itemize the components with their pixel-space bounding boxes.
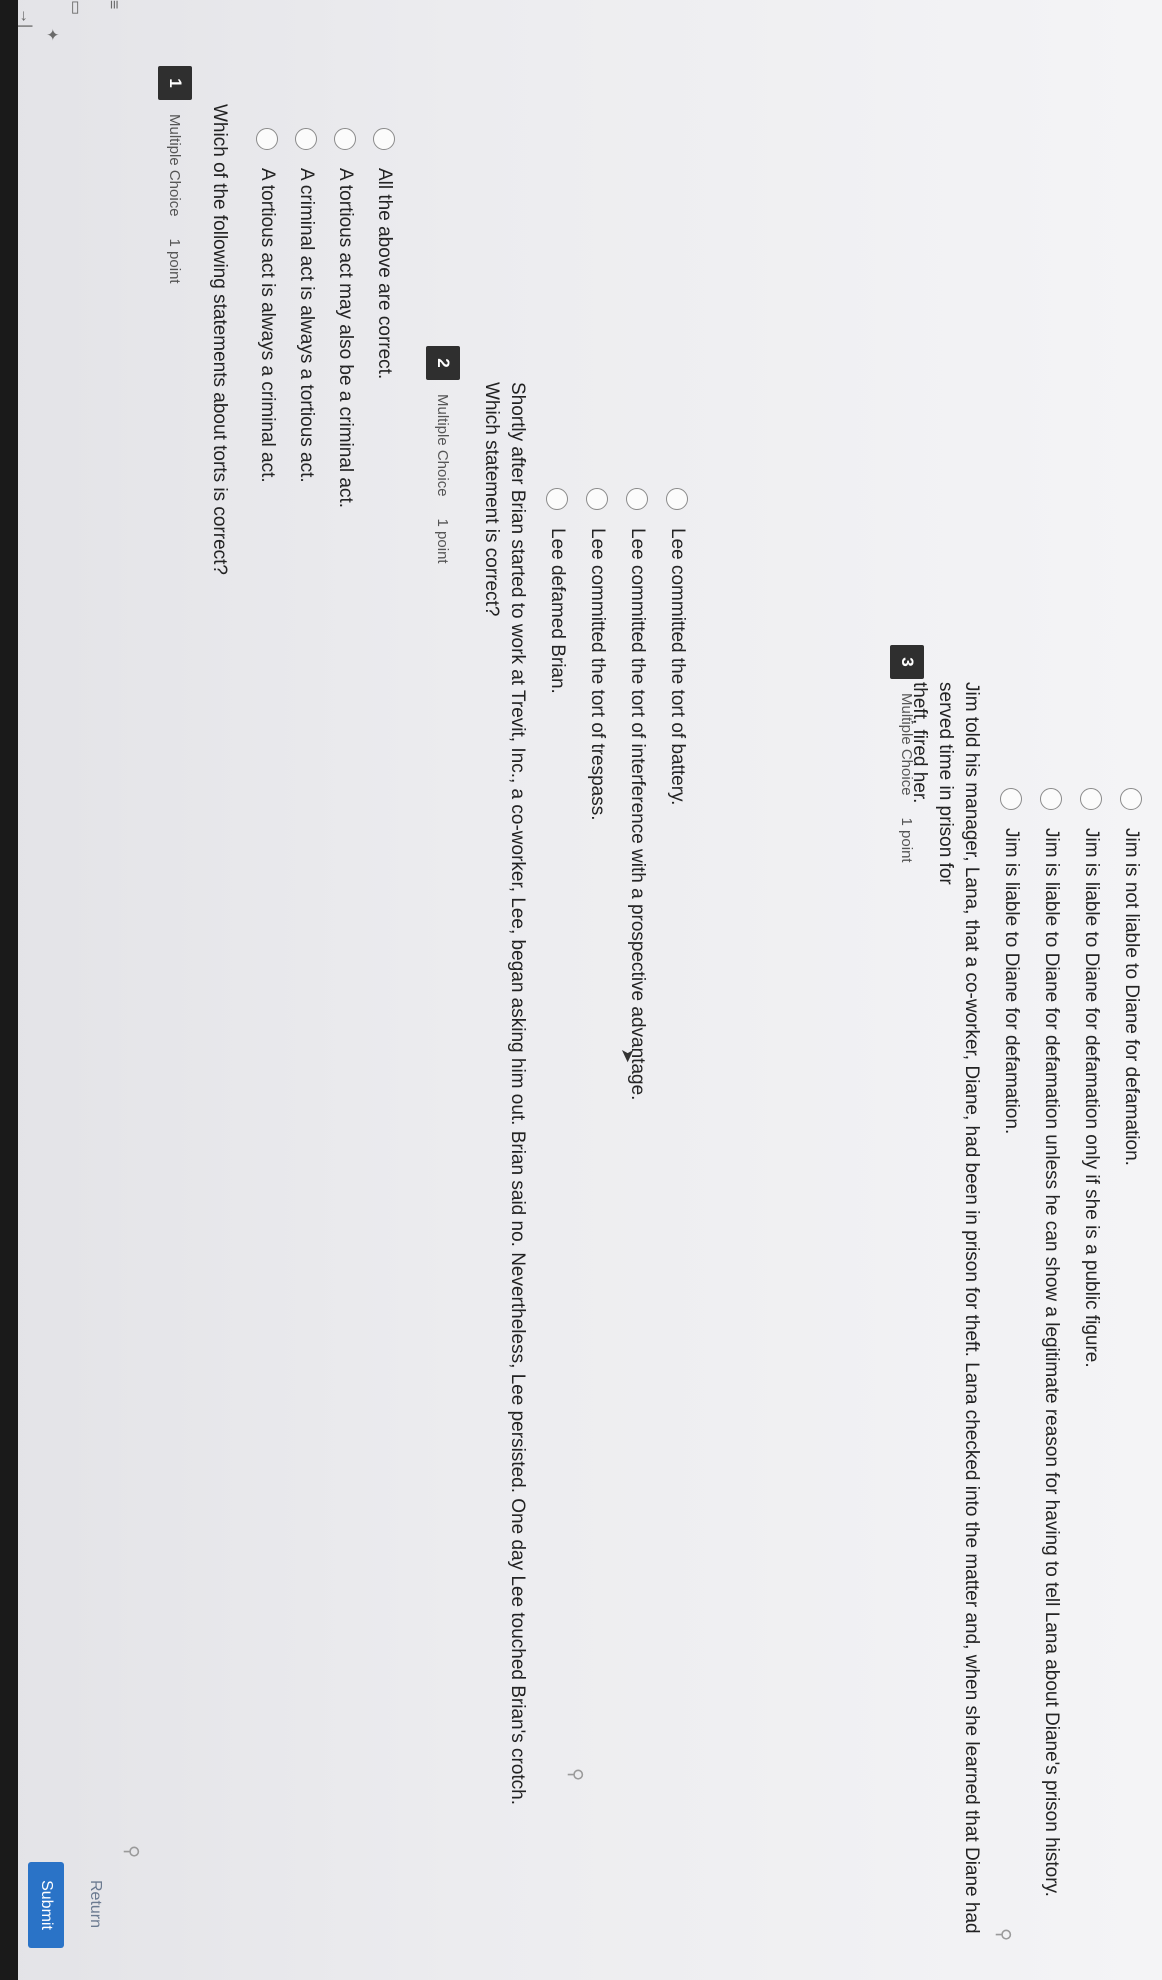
question-2-text: Shortly after Brian started to work at T… xyxy=(478,382,530,1805)
question-3-option-3[interactable]: Jim is liable to Diane for defamation on… xyxy=(1076,788,1106,1368)
question-1-option-2[interactable]: A criminal act is always a tortious act. xyxy=(291,128,321,483)
question-text-line: theft, fired her. xyxy=(909,682,930,804)
question-3-option-1[interactable]: Jim is liable to Diane for defamation. xyxy=(996,788,1026,1134)
option-label: A criminal act is always a tortious act. xyxy=(296,168,317,483)
option-label: Jim is liable to Diane for defamation un… xyxy=(1041,828,1062,1897)
pin-icon[interactable]: ⚲ xyxy=(993,1928,1014,1941)
star-icon[interactable]: ✦ xyxy=(42,28,62,41)
radio-button[interactable] xyxy=(546,488,568,510)
radio-button[interactable] xyxy=(334,128,356,150)
option-label: Lee committed the tort of battery. xyxy=(667,528,688,806)
question-3-text: Jim told his manager, Lana, that a co-wo… xyxy=(906,682,984,1980)
question-1-option-4[interactable]: All the above are correct. xyxy=(369,128,399,379)
question-1-text: Which of the following statements about … xyxy=(206,104,232,575)
menu-icon[interactable]: ≡ xyxy=(104,0,122,9)
question-2-option-1[interactable]: Lee defamed Brian. xyxy=(542,488,572,694)
radio-button[interactable] xyxy=(586,488,608,510)
pin-icon[interactable]: ⚲ xyxy=(121,1845,142,1858)
option-label: Lee defamed Brian. xyxy=(547,528,568,694)
radio-button[interactable] xyxy=(1000,788,1022,810)
question-text-line: Jim told his manager, Lana, that a co-wo… xyxy=(935,682,982,1934)
radio-button[interactable] xyxy=(666,488,688,510)
question-3-option-4[interactable]: Jim is not liable to Diane for defamatio… xyxy=(1116,788,1146,1166)
option-label: A tortious act is always a criminal act. xyxy=(257,168,278,483)
option-label: Lee committed the tort of trespass. xyxy=(587,528,608,821)
quiz-page: →| ✦ ▭ ≡ 1 Multiple Choice 1 point Which… xyxy=(0,0,1162,1980)
option-label: A tortious act may also be a criminal ac… xyxy=(335,168,356,509)
pin-icon[interactable]: ⚲ xyxy=(565,1768,586,1781)
question-3-option-2[interactable]: Jim is liable to Diane for defamation un… xyxy=(1036,788,1066,1897)
question-2-option-4[interactable]: Lee committed the tort of battery. xyxy=(662,488,692,805)
question-2-header: 2 Multiple Choice 1 point xyxy=(426,346,460,564)
radio-button[interactable] xyxy=(1080,788,1102,810)
option-label: Jim is liable to Diane for defamation. xyxy=(1001,828,1022,1135)
radio-button[interactable] xyxy=(626,488,648,510)
radio-button[interactable] xyxy=(256,128,278,150)
bookmark-icon[interactable]: ▭ xyxy=(66,0,86,15)
question-number: 1 xyxy=(158,66,192,100)
option-label: All the above are correct. xyxy=(374,168,395,380)
question-points: 1 point xyxy=(166,238,184,284)
radio-button[interactable] xyxy=(295,128,317,150)
question-type: Multiple Choice xyxy=(166,114,184,217)
question-1-header: 1 Multiple Choice 1 point xyxy=(158,66,192,284)
radio-button[interactable] xyxy=(1120,788,1142,810)
screen-edge-bar xyxy=(0,0,18,1980)
option-label: Lee committed the tort of interference w… xyxy=(627,528,648,1101)
option-label: Jim is liable to Diane for defamation on… xyxy=(1081,828,1102,1368)
arrow-right-icon: ➤ xyxy=(618,1048,638,1064)
question-2-option-2[interactable]: Lee committed the tort of trespass. xyxy=(582,488,612,821)
question-number: 2 xyxy=(426,346,460,380)
submit-button[interactable]: Submit xyxy=(28,1862,64,1948)
question-points: 1 point xyxy=(434,518,452,564)
question-text-line: Which statement is correct? xyxy=(481,382,502,617)
question-2-option-3[interactable]: Lee committed the tort of interference w… xyxy=(622,488,652,1100)
return-link[interactable]: Return xyxy=(86,1880,104,1928)
collapse-arrow-icon[interactable]: →| xyxy=(16,8,34,28)
question-text-line: Shortly after Brian started to work at T… xyxy=(507,382,528,1806)
question-1-option-3[interactable]: A tortious act may also be a criminal ac… xyxy=(330,128,360,508)
question-number: 3 xyxy=(890,645,924,679)
radio-button[interactable] xyxy=(1040,788,1062,810)
question-text-line: Which of the following statements about … xyxy=(209,104,230,575)
question-1-option-1[interactable]: A tortious act is always a criminal act. xyxy=(252,128,282,483)
radio-button[interactable] xyxy=(373,128,395,150)
option-label: Jim is not liable to Diane for defamatio… xyxy=(1121,828,1142,1166)
question-type: Multiple Choice xyxy=(434,394,452,497)
